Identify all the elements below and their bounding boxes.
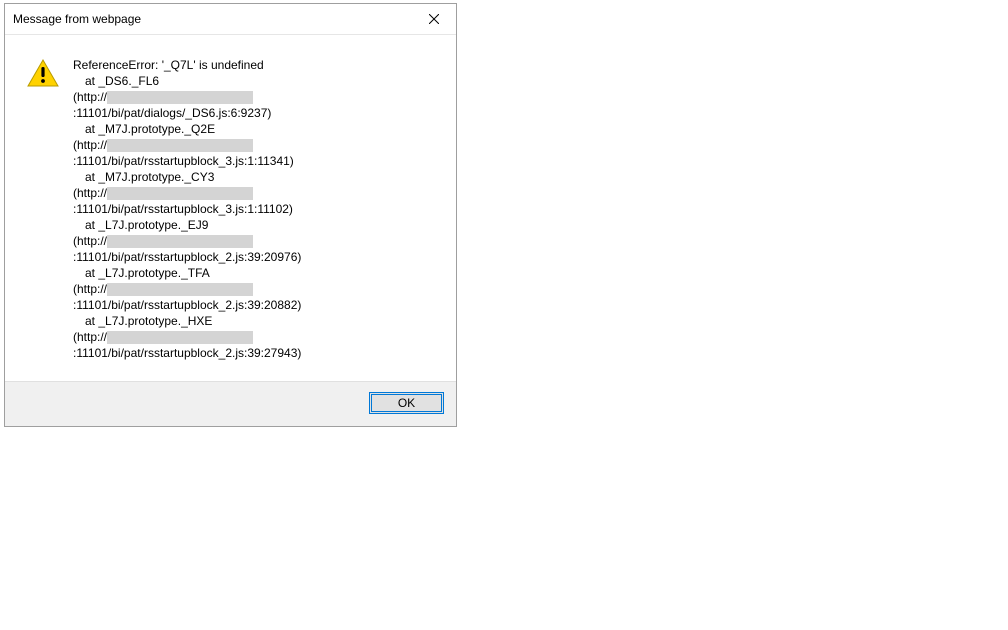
stack-frame-source: (http:// :11101/bi/pat/rsstartupblock_3.j…: [73, 185, 440, 217]
redacted-host: [107, 139, 253, 152]
stack-frame-source: (http:// :11101/bi/pat/rsstartupblock_3.j…: [73, 137, 440, 169]
stack-frame-source: (http:// :11101/bi/pat/rsstartupblock_2.j…: [73, 329, 440, 361]
icon-column: [27, 57, 73, 361]
stack-frame-at: at _L7J.prototype._EJ9: [73, 217, 440, 233]
redacted-host: [107, 91, 253, 104]
error-message: ReferenceError: '_Q7L' is undefined at _…: [73, 57, 440, 361]
stack-frame-source: (http:// :11101/bi/pat/rsstartupblock_2.j…: [73, 281, 440, 313]
stack-frame-at: at _M7J.prototype._CY3: [73, 169, 440, 185]
redacted-host: [107, 187, 253, 200]
stack-frame-at: at _L7J.prototype._TFA: [73, 265, 440, 281]
stack-frame-prefix: (http://: [73, 330, 107, 344]
warning-icon: [27, 59, 59, 87]
redacted-host: [107, 283, 253, 296]
stack-frame-suffix: :11101/bi/pat/dialogs/_DS6.js:6:9237): [73, 106, 271, 120]
stack-frame-source: (http:// :11101/bi/pat/dialogs/_DS6.js:6:…: [73, 89, 440, 121]
stack-frame-prefix: (http://: [73, 90, 107, 104]
stack-frame-source: (http:// :11101/bi/pat/rsstartupblock_2.j…: [73, 233, 440, 265]
alert-dialog: Message from webpage ReferenceError: '_Q…: [4, 3, 457, 427]
dialog-title: Message from webpage: [13, 12, 141, 26]
stack-frame-prefix: (http://: [73, 138, 107, 152]
stack-frame-suffix: :11101/bi/pat/rsstartupblock_3.js:1:1110…: [73, 202, 293, 216]
stack-frame-prefix: (http://: [73, 282, 107, 296]
stack-frame-suffix: :11101/bi/pat/rsstartupblock_3.js:1:1134…: [73, 154, 294, 168]
close-button[interactable]: [411, 4, 456, 34]
stack-frame-suffix: :11101/bi/pat/rsstartupblock_2.js:39:279…: [73, 346, 301, 360]
error-header: ReferenceError: '_Q7L' is undefined: [73, 57, 440, 73]
stack-frame-at: at _L7J.prototype._HXE: [73, 313, 440, 329]
stack-frame-at: at _M7J.prototype._Q2E: [73, 121, 440, 137]
titlebar: Message from webpage: [5, 4, 456, 35]
close-icon: [429, 14, 439, 24]
dialog-footer: OK: [5, 381, 456, 426]
stack-frame-prefix: (http://: [73, 186, 107, 200]
redacted-host: [107, 235, 253, 248]
stack-frame-prefix: (http://: [73, 234, 107, 248]
stack-frame-suffix: :11101/bi/pat/rsstartupblock_2.js:39:209…: [73, 250, 301, 264]
stack-frame-at: at _DS6._FL6: [73, 73, 440, 89]
dialog-content: ReferenceError: '_Q7L' is undefined at _…: [5, 35, 456, 381]
stack-frame-suffix: :11101/bi/pat/rsstartupblock_2.js:39:208…: [73, 298, 301, 312]
redacted-host: [107, 331, 253, 344]
ok-button[interactable]: OK: [369, 392, 444, 414]
